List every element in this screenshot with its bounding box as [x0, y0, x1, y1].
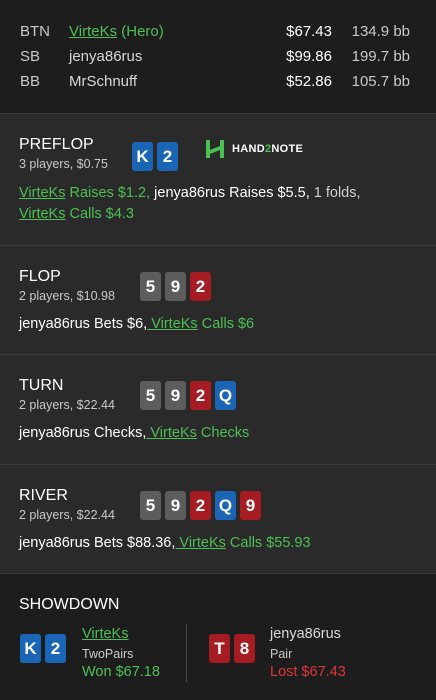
- playing-card: 5: [140, 491, 161, 520]
- street-actions: VirteKs Raises $1.2, jenya86rus Raises $…: [19, 185, 361, 222]
- hand2note-logo-text: HAND2NOTE: [232, 143, 304, 155]
- playing-card: Q: [215, 491, 236, 520]
- street-actions: jenya86rus Bets $6, VirteKs Calls $6: [19, 316, 255, 332]
- street-actions: jenya86rus Bets $88.36, VirteKs Calls $5…: [19, 535, 311, 551]
- board-cards: 592Q: [140, 381, 236, 410]
- street-title: TURN: [19, 377, 64, 394]
- street-subtitle: 2 players, $22.44: [19, 508, 115, 522]
- player-bb: 105.7 bb: [351, 73, 410, 90]
- playing-card: 5: [140, 381, 161, 410]
- playing-card: K: [20, 634, 41, 663]
- hero-action-link[interactable]: VirteKs: [19, 206, 65, 222]
- loser-hand-rank: Pair: [270, 647, 293, 661]
- player-row-btn: BTN VirteKs (Hero) $67.43 134.9 bb: [0, 13, 436, 40]
- street-river: RIVER 2 players, $22.44 592Q9 jenya86rus…: [0, 465, 436, 574]
- playing-card: K: [132, 142, 153, 171]
- hero-action-link[interactable]: VirteKs: [19, 185, 65, 201]
- street-title: FLOP: [19, 268, 61, 285]
- position-label: BB: [20, 73, 41, 90]
- hand2note-logo: HAND2NOTE: [204, 138, 303, 160]
- playing-card: 9: [240, 491, 261, 520]
- player-row-bb: BB MrSchnuff $52.86 105.7 bb: [0, 63, 436, 90]
- playing-card: 2: [45, 634, 66, 663]
- showdown-title: SHOWDOWN: [19, 596, 120, 613]
- players-panel: BTN VirteKs (Hero) $67.43 134.9 bb SB je…: [0, 0, 436, 114]
- street-actions: jenya86rus Checks, VirteKs Checks: [19, 425, 250, 441]
- board-cards: K2: [132, 142, 178, 171]
- player-name: MrSchnuff: [69, 73, 138, 90]
- street-turn: TURN 2 players, $22.44 592Q jenya86rus C…: [0, 355, 436, 465]
- winner-name-link[interactable]: VirteKs: [82, 626, 128, 642]
- playing-card: 2: [190, 272, 211, 301]
- playing-card: 9: [165, 381, 186, 410]
- street-subtitle: 3 players, $0.75: [19, 157, 108, 171]
- street-flop: FLOP 2 players, $10.98 592 jenya86rus Be…: [0, 246, 436, 355]
- playing-card: 2: [157, 142, 178, 171]
- playing-card: 5: [140, 272, 161, 301]
- street-subtitle: 2 players, $22.44: [19, 398, 115, 412]
- board-cards: 592: [140, 272, 211, 301]
- playing-card: 2: [190, 381, 211, 410]
- hand2note-logo-icon: [206, 140, 224, 158]
- loser-hole-cards: T8: [209, 634, 255, 663]
- loser-name: jenya86rus: [270, 626, 341, 642]
- winner-hand-rank: TwoPairs: [82, 647, 134, 661]
- street-preflop: PREFLOP 3 players, $0.75 K2 HAND2NOTE Vi…: [0, 114, 436, 246]
- winner-hole-cards: K2: [20, 634, 66, 663]
- showdown-panel: SHOWDOWN K2 VirteKs TwoPairs Won $67.18 …: [0, 574, 436, 699]
- street-title: RIVER: [19, 487, 68, 504]
- street-title: PREFLOP: [19, 136, 94, 153]
- street-subtitle: 2 players, $10.98: [19, 289, 115, 303]
- board-cards: 592Q9: [140, 491, 261, 520]
- loser-result: Lost $67.43: [270, 664, 346, 680]
- winner-result: Won $67.18: [82, 664, 160, 680]
- showdown-divider: [186, 624, 187, 682]
- playing-card: 2: [190, 491, 211, 520]
- hero-action-link[interactable]: VirteKs: [146, 425, 197, 441]
- player-row-sb: SB jenya86rus $99.86 199.7 bb: [0, 38, 436, 65]
- playing-card: 9: [165, 491, 186, 520]
- hero-action-link[interactable]: VirteKs: [175, 535, 226, 551]
- playing-card: Q: [215, 381, 236, 410]
- playing-card: 8: [234, 634, 255, 663]
- playing-card: 9: [165, 272, 186, 301]
- player-stack: $52.86: [286, 73, 332, 90]
- playing-card: T: [209, 634, 230, 663]
- hero-action-link[interactable]: VirteKs: [147, 316, 198, 332]
